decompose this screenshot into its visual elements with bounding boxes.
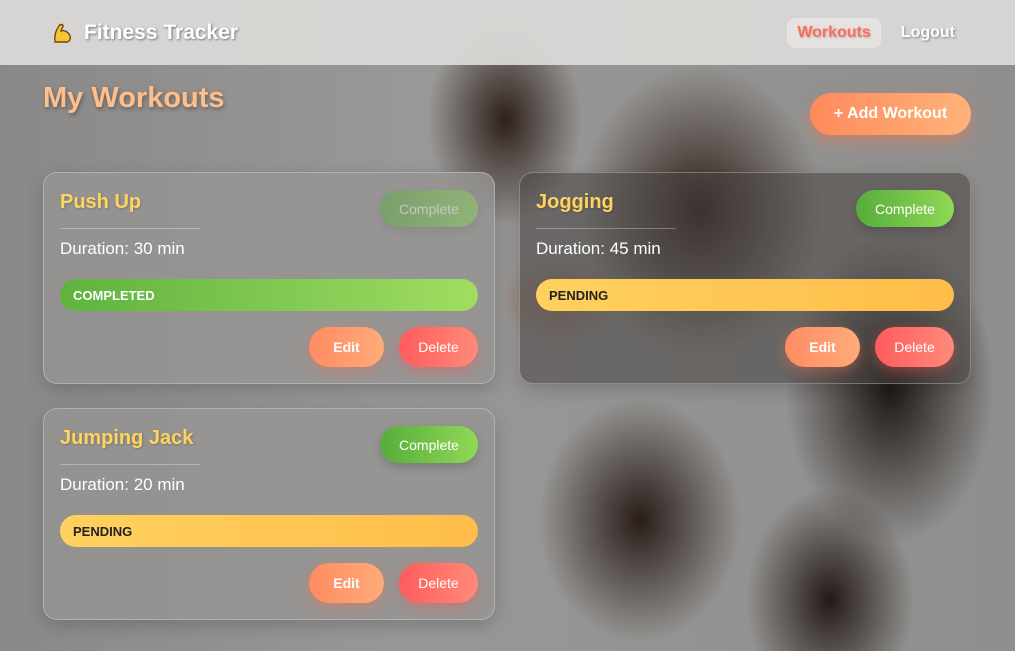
navbar: Fitness Tracker Workouts Logout bbox=[0, 0, 1015, 65]
workout-name: Push Up bbox=[60, 191, 142, 213]
workout-duration: Duration: 45 min bbox=[536, 239, 661, 258]
flexed-biceps-icon bbox=[50, 20, 76, 46]
edit-button[interactable]: Edit bbox=[785, 327, 860, 367]
status-bar: PENDING bbox=[536, 279, 954, 311]
page-title: My Workouts bbox=[43, 82, 225, 114]
nav-links: Workouts Logout bbox=[787, 17, 965, 48]
edit-button[interactable]: Edit bbox=[309, 327, 384, 367]
workout-duration: Duration: 20 min bbox=[60, 475, 185, 494]
complete-button[interactable]: Complete bbox=[856, 190, 954, 227]
complete-button[interactable]: Complete bbox=[380, 426, 478, 463]
delete-button[interactable]: Delete bbox=[875, 327, 954, 367]
workout-name: Jogging bbox=[536, 191, 614, 213]
brand-name: Fitness Tracker bbox=[84, 20, 239, 44]
complete-button[interactable]: Complete bbox=[380, 190, 478, 227]
workout-card-jumping-jack: Jumping Jack Complete Duration: 20 min P… bbox=[43, 408, 495, 620]
workout-card-push-up: Push Up Complete Duration: 30 min COMPLE… bbox=[43, 172, 495, 384]
delete-button[interactable]: Delete bbox=[399, 563, 478, 603]
card-divider bbox=[60, 228, 200, 229]
workout-card-jogging: Jogging Complete Duration: 45 min PENDIN… bbox=[519, 172, 971, 384]
brand[interactable]: Fitness Tracker bbox=[50, 20, 238, 46]
card-divider bbox=[536, 228, 676, 229]
delete-button[interactable]: Delete bbox=[399, 327, 478, 367]
workout-duration: Duration: 30 min bbox=[60, 239, 185, 258]
add-workout-button[interactable]: + Add Workout bbox=[810, 93, 971, 135]
nav-link-logout[interactable]: Logout bbox=[891, 18, 965, 48]
workout-name: Jumping Jack bbox=[60, 427, 194, 449]
edit-button[interactable]: Edit bbox=[309, 563, 384, 603]
status-bar: PENDING bbox=[60, 515, 478, 547]
card-divider bbox=[60, 464, 200, 465]
nav-link-workouts[interactable]: Workouts bbox=[787, 17, 881, 48]
status-bar: COMPLETED bbox=[60, 279, 478, 311]
